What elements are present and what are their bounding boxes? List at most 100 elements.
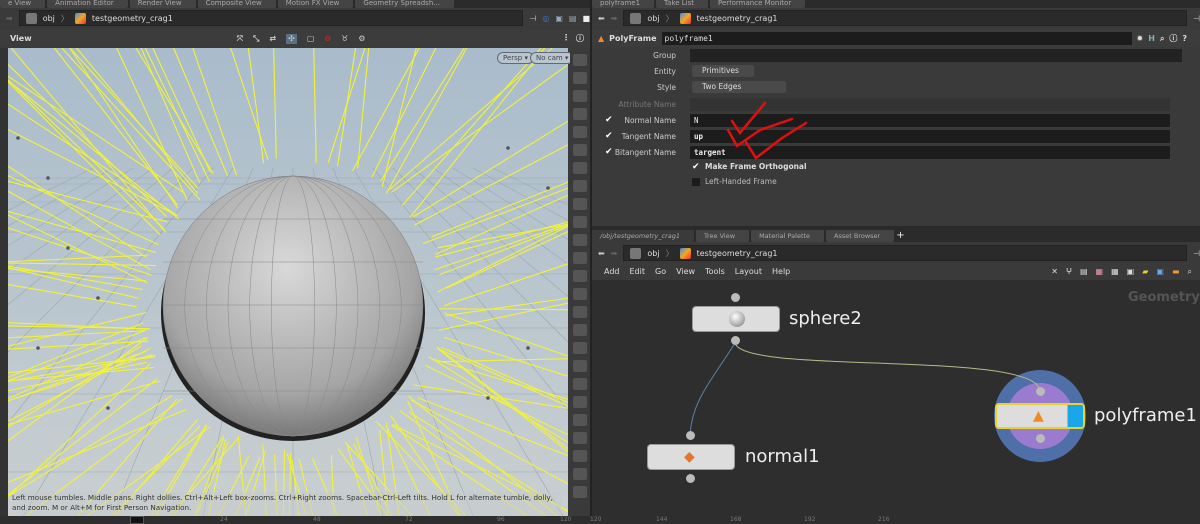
tab-network-editor[interactable]: /obj/testgeometry_crag1 bbox=[592, 230, 695, 242]
tools-icon[interactable]: ✕ bbox=[1051, 267, 1058, 277]
background-image-icon[interactable]: ▣ bbox=[1156, 267, 1164, 277]
shaded-icon[interactable] bbox=[573, 342, 587, 354]
tree-icon[interactable]: ⵖ bbox=[1066, 267, 1072, 277]
no-icon[interactable]: ⊖ bbox=[324, 34, 331, 44]
node-sphere2[interactable] bbox=[692, 306, 780, 332]
ghost-icon[interactable] bbox=[573, 360, 587, 372]
camera-icon[interactable] bbox=[573, 54, 587, 66]
scene-icon[interactable] bbox=[573, 414, 587, 426]
add-tab-button[interactable]: + bbox=[896, 230, 904, 242]
info-icon[interactable] bbox=[573, 450, 587, 462]
number-icon[interactable] bbox=[573, 252, 587, 264]
pin-icon[interactable]: ⊣ bbox=[1193, 249, 1200, 258]
shelf-icon[interactable] bbox=[573, 162, 587, 174]
tab-parameters[interactable]: polyframe1 bbox=[592, 0, 655, 8]
search-icon[interactable]: ⌕ bbox=[1160, 34, 1164, 44]
tab-performance-monitor[interactable]: Performance Monitor bbox=[710, 0, 806, 8]
menu-go[interactable]: Go bbox=[655, 267, 666, 276]
list-icon[interactable]: ▤ bbox=[1080, 267, 1088, 277]
normal-icon[interactable] bbox=[573, 216, 587, 228]
style-menu[interactable]: Two Edges bbox=[692, 81, 786, 93]
left-handed-frame-checkbox[interactable] bbox=[692, 178, 700, 186]
hda-icon[interactable]: H bbox=[1148, 34, 1155, 43]
node-normal1[interactable]: ◆ bbox=[647, 444, 735, 470]
tumble-icon[interactable]: ⤧ bbox=[237, 34, 243, 44]
persp-menu[interactable]: Persp ▾ bbox=[497, 52, 534, 64]
gear-icon[interactable]: ⚙ bbox=[358, 34, 365, 44]
menu-view[interactable]: View bbox=[676, 267, 695, 276]
search-icon[interactable]: ⌕ bbox=[1188, 267, 1192, 277]
image-icon[interactable]: ▣ bbox=[1127, 267, 1135, 277]
polyframe1-input-port[interactable] bbox=[1036, 387, 1045, 396]
tab-scene-view[interactable]: e View bbox=[0, 0, 46, 8]
tab-asset-browser[interactable]: Asset Browser bbox=[826, 230, 895, 242]
path-field[interactable]: obj 〉 testgeometry_crag1 bbox=[623, 245, 1188, 261]
polyframe1-output-port[interactable] bbox=[1036, 434, 1045, 443]
env-light-icon[interactable] bbox=[573, 126, 587, 138]
entity-menu[interactable]: Primitives bbox=[692, 65, 754, 77]
normal1-input-port[interactable] bbox=[686, 431, 695, 440]
pane-menu-icon[interactable]: ■ bbox=[582, 14, 590, 23]
light-icon[interactable] bbox=[573, 72, 587, 84]
forward-icon[interactable]: ➡ bbox=[6, 14, 13, 23]
help-icon[interactable]: ? bbox=[1182, 34, 1187, 43]
spot-light-icon[interactable] bbox=[573, 90, 587, 102]
primitive-normal-icon[interactable] bbox=[573, 288, 587, 300]
node-polyframe1[interactable]: ▲ bbox=[995, 403, 1085, 429]
tab-composite-view[interactable]: Composite View bbox=[197, 0, 276, 8]
path-field[interactable]: obj 〉 testgeometry_crag1 bbox=[623, 10, 1188, 26]
help-icon[interactable]: ⓘ bbox=[576, 33, 584, 44]
dolly-icon[interactable]: ⇄ bbox=[269, 34, 276, 44]
sphere2-output-port[interactable] bbox=[731, 336, 740, 345]
grid-icon[interactable]: ▦ bbox=[1111, 267, 1119, 277]
path-field[interactable]: obj 〉 testgeometry_crag1 bbox=[18, 10, 524, 26]
geo-light-icon[interactable] bbox=[573, 144, 587, 156]
path-obj[interactable]: obj bbox=[647, 249, 659, 258]
object-icon[interactable] bbox=[573, 180, 587, 192]
menu-edit[interactable]: Edit bbox=[630, 267, 646, 276]
node-name-field[interactable]: polyframe1 bbox=[661, 32, 1132, 45]
color-palette-icon[interactable]: ▦ bbox=[1096, 267, 1104, 277]
vector-icon[interactable] bbox=[573, 234, 587, 246]
vertex-icon[interactable] bbox=[573, 378, 587, 390]
tab-render-view[interactable]: Render View bbox=[129, 0, 196, 8]
eye-icon[interactable] bbox=[573, 486, 587, 498]
camera-menu[interactable]: No cam ▾ bbox=[530, 52, 575, 64]
tab-material-palette[interactable]: Material Palette bbox=[751, 230, 825, 242]
link-icon[interactable]: ◎ bbox=[542, 14, 549, 23]
normal1-output-port[interactable] bbox=[686, 474, 695, 483]
display-marker-icon[interactable] bbox=[573, 432, 587, 444]
gear-icon[interactable]: ✹ bbox=[1137, 34, 1144, 43]
sphere2-input-port[interactable] bbox=[731, 293, 740, 302]
wireframe-icon[interactable] bbox=[573, 324, 587, 336]
path-node[interactable]: testgeometry_crag1 bbox=[697, 249, 778, 258]
tab-motion-fx-view[interactable]: Motion FX View bbox=[277, 0, 354, 8]
area-light-icon[interactable] bbox=[573, 108, 587, 120]
snap-icon[interactable]: ✣ bbox=[286, 33, 297, 44]
uv-icon[interactable] bbox=[573, 306, 587, 318]
tab-tree-view[interactable]: Tree View bbox=[696, 230, 750, 242]
tab-animation-editor[interactable]: Animation Editor bbox=[47, 0, 128, 8]
network-box-icon[interactable]: ▬ bbox=[1172, 267, 1180, 277]
forward-icon[interactable]: ➡ bbox=[611, 14, 618, 23]
tab-take-list[interactable]: Take List bbox=[656, 0, 709, 8]
path-node[interactable]: testgeometry_crag1 bbox=[92, 14, 173, 23]
path-obj[interactable]: obj bbox=[647, 14, 659, 23]
forward-icon[interactable]: ➡ bbox=[611, 249, 618, 258]
prim-number-icon[interactable] bbox=[573, 270, 587, 282]
menu-add[interactable]: Add bbox=[604, 267, 620, 276]
path-obj[interactable]: obj bbox=[43, 14, 55, 23]
timeline[interactable]: 24 48 72 96 120 120 144 168 192 216 bbox=[0, 516, 1200, 524]
point-icon[interactable] bbox=[573, 198, 587, 210]
display-options-icon[interactable]: ▣ bbox=[555, 14, 563, 23]
menu-layout[interactable]: Layout bbox=[735, 267, 762, 276]
menu-tools[interactable]: Tools bbox=[705, 267, 725, 276]
info-icon[interactable]: ⓘ bbox=[1169, 33, 1177, 44]
path-node[interactable]: testgeometry_crag1 bbox=[697, 14, 778, 23]
back-icon[interactable]: ⬅ bbox=[598, 14, 605, 23]
quad-view-icon[interactable] bbox=[573, 468, 587, 480]
boundary-icon[interactable] bbox=[573, 396, 587, 408]
pin-icon[interactable]: ⊣ bbox=[1193, 14, 1200, 23]
snapshot-icon[interactable]: ▤ bbox=[569, 14, 577, 23]
back-icon[interactable]: ⬅ bbox=[598, 249, 605, 258]
